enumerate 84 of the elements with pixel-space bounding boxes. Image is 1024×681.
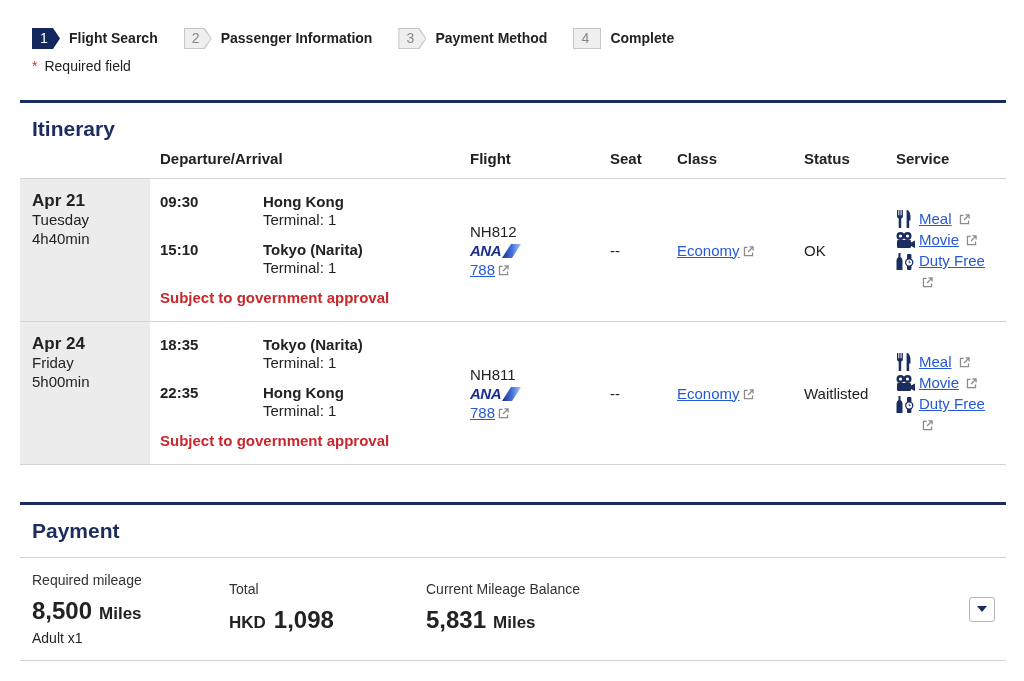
terminal-text: Terminal: 1 bbox=[263, 354, 338, 372]
section-title: Payment bbox=[31, 518, 121, 544]
airline-logo: ANA bbox=[470, 386, 521, 401]
fare-class-link[interactable]: Economy bbox=[677, 384, 740, 402]
fare-class-link[interactable]: Economy bbox=[677, 241, 740, 259]
caret-icon bbox=[977, 606, 987, 612]
step-label: Payment Method bbox=[435, 29, 548, 48]
step-number: 3 bbox=[398, 28, 427, 49]
seat-value: -- bbox=[610, 384, 620, 402]
mileage-amount: 5,831 bbox=[426, 605, 487, 635]
terminal-text: Terminal: 1 bbox=[263, 259, 338, 277]
service-link[interactable]: Meal bbox=[919, 353, 952, 370]
service-link[interactable]: Movie bbox=[919, 374, 959, 391]
external-link-icon bbox=[966, 378, 978, 389]
weekday-text: Friday bbox=[32, 353, 75, 372]
figure-label: Current Mileage Balance bbox=[426, 580, 582, 598]
column-header: Service bbox=[895, 148, 951, 169]
aircraft-link[interactable]: 788 bbox=[470, 403, 496, 421]
miles-unit: Miles bbox=[99, 603, 142, 625]
airport-city: Hong Kong bbox=[263, 193, 345, 211]
fork-knife-icon bbox=[896, 209, 912, 228]
fork-knife-icon bbox=[896, 352, 912, 371]
flight-number: NH812 bbox=[470, 221, 518, 241]
external-link-icon bbox=[742, 388, 754, 400]
terminal-text: Terminal: 1 bbox=[263, 211, 338, 229]
passenger-count: Adult x1 bbox=[32, 629, 84, 647]
seat-value: -- bbox=[610, 241, 620, 259]
booking-status: OK bbox=[804, 241, 826, 259]
currency-code: HKD bbox=[229, 612, 266, 634]
movie-camera-icon bbox=[896, 231, 915, 248]
service-link[interactable]: Duty Free bbox=[919, 252, 985, 269]
terminal-text: Terminal: 1 bbox=[263, 402, 338, 420]
figure-label: Total bbox=[229, 580, 260, 598]
bottle-watch-icon bbox=[896, 394, 914, 413]
required-field-note: Required field bbox=[44, 56, 131, 76]
step-label: Passenger Information bbox=[220, 29, 373, 48]
step-number: 1 bbox=[32, 28, 60, 49]
external-link-icon bbox=[966, 235, 978, 246]
flight-time: 22:35 bbox=[160, 384, 200, 402]
flight-time: 18:35 bbox=[160, 336, 200, 354]
mileage-amount: 8,500 bbox=[32, 596, 93, 626]
approval-notice: Subject to government approval bbox=[160, 289, 391, 307]
total-amount: 1,098 bbox=[273, 605, 334, 635]
step-label: Flight Search bbox=[69, 29, 158, 48]
flight-date: Apr 24 bbox=[32, 334, 86, 353]
required-marker: * bbox=[32, 56, 38, 76]
external-link-icon bbox=[958, 214, 970, 225]
step-number: 2 bbox=[183, 28, 212, 49]
section-title: Itinerary bbox=[31, 116, 116, 142]
airport-city: Hong Kong bbox=[263, 384, 345, 402]
column-header: Seat bbox=[609, 148, 643, 169]
duration-text: 4h40min bbox=[32, 229, 91, 248]
external-link-icon bbox=[498, 407, 510, 419]
approval-notice: Subject to government approval bbox=[160, 432, 391, 450]
column-header: Class bbox=[676, 148, 719, 169]
airport-city: Tokyo (Narita) bbox=[263, 241, 364, 259]
figure-label: Required mileage bbox=[32, 571, 143, 589]
flight-time: 09:30 bbox=[160, 193, 200, 211]
miles-unit: Miles bbox=[493, 612, 536, 634]
step-number: 4 bbox=[573, 28, 602, 49]
column-header: Departure/Arrival bbox=[159, 148, 284, 169]
expand-button[interactable] bbox=[969, 596, 995, 622]
airport-city: Tokyo (Narita) bbox=[263, 336, 364, 354]
service-link[interactable]: Duty Free bbox=[919, 395, 985, 412]
service-link[interactable]: Meal bbox=[919, 210, 952, 227]
flight-time: 15:10 bbox=[160, 241, 200, 259]
external-link-icon bbox=[922, 277, 933, 288]
flight-number: NH811 bbox=[470, 364, 517, 384]
weekday-text: Tuesday bbox=[32, 210, 90, 229]
external-link-icon bbox=[958, 357, 970, 368]
column-header: Status bbox=[803, 148, 851, 169]
external-link-icon bbox=[922, 420, 933, 431]
aircraft-link[interactable]: 788 bbox=[470, 260, 496, 278]
airline-logo: ANA bbox=[470, 243, 521, 258]
external-link-icon bbox=[742, 245, 754, 257]
flight-date: Apr 21 bbox=[32, 191, 86, 210]
column-header: Flight bbox=[469, 148, 512, 169]
external-link-icon bbox=[498, 264, 510, 276]
service-link[interactable]: Movie bbox=[919, 231, 959, 248]
duration-text: 5h00min bbox=[32, 372, 91, 391]
step-label: Complete bbox=[610, 29, 675, 48]
movie-camera-icon bbox=[896, 374, 915, 391]
bottle-watch-icon bbox=[896, 251, 914, 270]
booking-status: Waitlisted bbox=[804, 384, 869, 402]
